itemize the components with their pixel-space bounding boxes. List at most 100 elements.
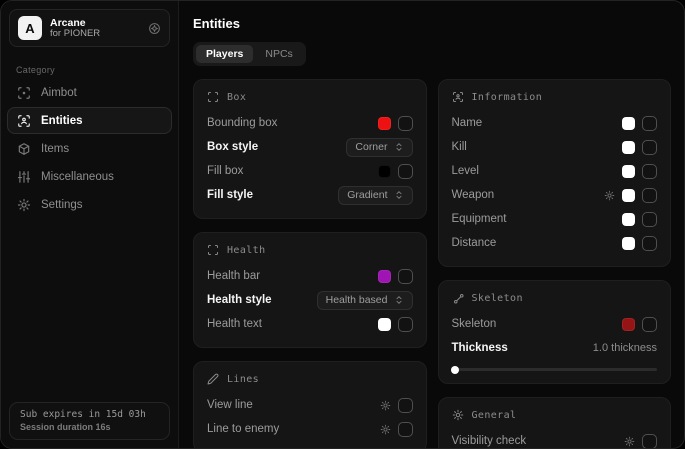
thickness-slider[interactable] bbox=[452, 368, 658, 371]
box-style-dropdown[interactable]: Corner bbox=[346, 138, 412, 157]
name-color-swatch[interactable] bbox=[622, 117, 635, 130]
panel-skeleton: Skeleton Skeleton Thickness 1.0 thicknes… bbox=[438, 280, 672, 384]
fill-style-dropdown[interactable]: Gradient bbox=[338, 186, 412, 205]
app-name: Arcane bbox=[50, 17, 140, 29]
sun-gear-icon bbox=[452, 409, 464, 421]
panel-title: General bbox=[472, 410, 517, 421]
bounding-box-checkbox[interactable] bbox=[398, 116, 413, 131]
thickness-slider-thumb[interactable] bbox=[451, 366, 459, 374]
line-to-enemy-settings-icon[interactable] bbox=[380, 424, 391, 435]
level-checkbox[interactable] bbox=[642, 164, 657, 179]
sidebar-item-settings[interactable]: Settings bbox=[7, 191, 172, 218]
sidebar-item-aimbot[interactable]: Aimbot bbox=[7, 79, 172, 106]
package-icon bbox=[17, 142, 31, 156]
brand-card: A Arcane for PIONER bbox=[9, 9, 170, 47]
scan-corners-icon bbox=[207, 244, 219, 256]
sidebar-item-label: Settings bbox=[41, 199, 83, 211]
row-fill-box: Fill box bbox=[207, 160, 413, 182]
visibility-check-checkbox[interactable] bbox=[642, 434, 657, 449]
chevrons-up-down-icon bbox=[394, 142, 404, 152]
fill-box-color-swatch[interactable] bbox=[378, 165, 391, 178]
health-style-dropdown[interactable]: Health based bbox=[317, 291, 413, 310]
level-color-swatch[interactable] bbox=[622, 165, 635, 178]
visibility-check-settings-icon[interactable] bbox=[624, 436, 635, 447]
chevrons-up-down-icon bbox=[394, 190, 404, 200]
skeleton-color-swatch[interactable] bbox=[622, 318, 635, 331]
weapon-checkbox[interactable] bbox=[642, 188, 657, 203]
sidebar-item-label: Aimbot bbox=[41, 87, 77, 99]
view-line-checkbox[interactable] bbox=[398, 398, 413, 413]
person-scan-icon bbox=[452, 91, 464, 103]
thickness-value: 1.0 thickness bbox=[593, 342, 657, 354]
tab-bar: Players NPCs bbox=[193, 42, 306, 66]
gear-icon bbox=[17, 198, 31, 212]
panel-box: Box Bounding box Box style Corner bbox=[193, 79, 427, 219]
sidebar-item-items[interactable]: Items bbox=[7, 135, 172, 162]
panel-title: Lines bbox=[227, 374, 259, 385]
health-text-checkbox[interactable] bbox=[398, 317, 413, 332]
fill-box-checkbox[interactable] bbox=[398, 164, 413, 179]
app-logo: A bbox=[18, 16, 42, 40]
panel-general: General Visibility check Max distance bbox=[438, 397, 672, 448]
weapon-color-swatch[interactable] bbox=[622, 189, 635, 202]
sidebar-item-label: Entities bbox=[41, 115, 83, 127]
bounding-box-color-swatch[interactable] bbox=[378, 117, 391, 130]
sidebar-item-label: Miscellaneous bbox=[41, 171, 114, 183]
sidebar: A Arcane for PIONER Category Aimbot bbox=[1, 1, 179, 448]
settings-icon[interactable] bbox=[148, 22, 161, 35]
session-duration-text: Session duration 16s bbox=[20, 422, 159, 432]
health-text-color-swatch[interactable] bbox=[378, 318, 391, 331]
app-subtitle: for PIONER bbox=[50, 29, 140, 40]
bone-icon bbox=[452, 292, 464, 304]
app-window: A Arcane for PIONER Category Aimbot bbox=[0, 0, 685, 449]
panel-title: Information bbox=[472, 92, 543, 103]
pencil-icon bbox=[207, 373, 219, 385]
kill-color-swatch[interactable] bbox=[622, 141, 635, 154]
health-bar-checkbox[interactable] bbox=[398, 269, 413, 284]
page-title: Entities bbox=[193, 16, 671, 31]
logo-letter: A bbox=[25, 21, 34, 36]
sidebar-item-entities[interactable]: Entities bbox=[7, 107, 172, 134]
row-visibility-check: Visibility check bbox=[452, 430, 658, 448]
row-line-to-enemy: Line to enemy bbox=[207, 418, 413, 440]
tab-players[interactable]: Players bbox=[196, 45, 253, 63]
row-health-style: Health style Health based bbox=[207, 289, 413, 311]
row-health-bar: Health bar bbox=[207, 265, 413, 287]
person-scan-icon bbox=[17, 114, 31, 128]
health-bar-color-swatch[interactable] bbox=[378, 270, 391, 283]
sidebar-item-label: Items bbox=[41, 143, 69, 155]
row-skeleton: Skeleton bbox=[452, 313, 658, 335]
panel-title: Skeleton bbox=[472, 293, 523, 304]
panel-title: Box bbox=[227, 92, 246, 103]
panel-lines: Lines View line Line to enemy bbox=[193, 361, 427, 448]
equipment-color-swatch[interactable] bbox=[622, 213, 635, 226]
line-to-enemy-checkbox[interactable] bbox=[398, 422, 413, 437]
kill-checkbox[interactable] bbox=[642, 140, 657, 155]
row-distance: Distance bbox=[452, 232, 658, 254]
view-line-settings-icon[interactable] bbox=[380, 400, 391, 411]
sub-expiry-text: Sub expires in 15d 03h bbox=[20, 409, 159, 420]
sidebar-nav: Aimbot Entities Items Miscellaneous bbox=[1, 79, 178, 219]
row-bounding-box: Bounding box bbox=[207, 112, 413, 134]
distance-color-swatch[interactable] bbox=[622, 237, 635, 250]
row-fill-style: Fill style Gradient bbox=[207, 184, 413, 206]
weapon-settings-icon[interactable] bbox=[604, 190, 615, 201]
subscription-card: Sub expires in 15d 03h Session duration … bbox=[9, 402, 170, 440]
skeleton-checkbox[interactable] bbox=[642, 317, 657, 332]
name-checkbox[interactable] bbox=[642, 116, 657, 131]
crosshair-scan-icon bbox=[17, 86, 31, 100]
category-label: Category bbox=[16, 65, 178, 75]
sliders-icon bbox=[17, 170, 31, 184]
row-level: Level bbox=[452, 160, 658, 182]
equipment-checkbox[interactable] bbox=[642, 212, 657, 227]
scan-corners-icon bbox=[207, 91, 219, 103]
row-equipment: Equipment bbox=[452, 208, 658, 230]
row-name: Name bbox=[452, 112, 658, 134]
panel-title: Health bbox=[227, 245, 266, 256]
row-view-line: View line bbox=[207, 394, 413, 416]
sidebar-item-miscellaneous[interactable]: Miscellaneous bbox=[7, 163, 172, 190]
distance-checkbox[interactable] bbox=[642, 236, 657, 251]
tab-npcs[interactable]: NPCs bbox=[255, 45, 302, 63]
main-content: Entities Players NPCs Box Bounding box bbox=[179, 1, 684, 448]
row-thickness: Thickness 1.0 thickness bbox=[452, 337, 658, 359]
